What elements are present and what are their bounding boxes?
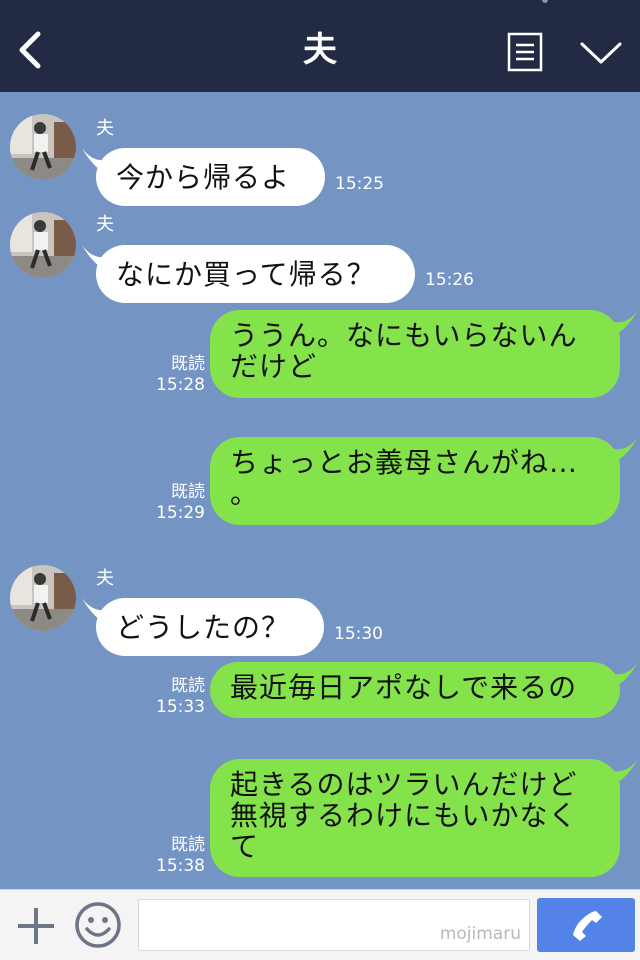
message-bubble-incoming[interactable]: なにか買って帰る？ — [96, 245, 415, 303]
sender-name: 夫 — [96, 118, 114, 139]
avatar-photo — [10, 114, 76, 180]
call-button[interactable] — [537, 898, 635, 952]
message-text-line: だけど — [230, 350, 318, 383]
expand-button[interactable] — [578, 38, 624, 68]
message-bubble-outgoing[interactable]: ちょっとお義母さんがね… 。 — [210, 437, 620, 525]
message-bubble-outgoing[interactable]: ううん。なにもいらないん だけど — [210, 310, 620, 398]
emoji-button[interactable] — [74, 901, 122, 949]
message-input[interactable]: mojimaru — [138, 899, 530, 951]
chat-title: 夫 — [303, 30, 337, 70]
message-text-line: 最近毎日アポなしで来るの — [230, 671, 578, 704]
message-time: 15:33 — [156, 697, 205, 717]
plus-icon — [18, 908, 54, 944]
back-button[interactable] — [10, 28, 50, 72]
message-text: 今から帰るよ — [116, 160, 291, 194]
chevron-down-icon — [580, 42, 622, 64]
sender-name: 夫 — [96, 568, 114, 589]
avatar[interactable] — [10, 565, 76, 631]
smiley-icon — [75, 902, 121, 948]
message-text-line: て — [230, 830, 260, 863]
message-meta: 既読 15:38 — [155, 835, 205, 877]
avatar-photo — [10, 565, 76, 631]
message-text-line: ちょっとお義母さんがね… — [230, 446, 579, 479]
phone-icon — [573, 911, 602, 941]
message-time: 15:30 — [334, 624, 383, 644]
avatar-photo — [10, 212, 76, 278]
status-indicator — [542, 0, 548, 3]
read-receipt: 既読 — [171, 482, 205, 502]
message-text-line: 無視するわけにもいかなく — [230, 799, 578, 832]
message-time: 15:38 — [156, 856, 205, 876]
read-receipt: 既読 — [171, 676, 205, 696]
chat-area[interactable]: 夫 今から帰るよ 15:25 夫 なにか買って帰る？ 15:26 既読 15:2… — [0, 92, 640, 889]
message-meta: 既読 15:28 — [155, 354, 205, 396]
message-text-line: 起きるのはツラいんだけど — [230, 768, 578, 801]
message-input-bar: mojimaru — [0, 889, 640, 960]
message-time: 15:29 — [156, 503, 205, 523]
message-bubble-outgoing[interactable]: 起きるのはツラいんだけど 無視するわけにもいかなく て — [210, 759, 620, 877]
sender-name: 夫 — [96, 214, 114, 235]
watermark-text: mojimaru — [439, 924, 521, 944]
message-bubble-incoming[interactable]: どうしたの？ — [96, 598, 324, 656]
message-text-line: ううん。なにもいらないん — [230, 319, 578, 352]
message-text: なにか買って帰る？ — [116, 257, 376, 291]
message-bubble-incoming[interactable]: 今から帰るよ — [96, 148, 325, 206]
chevron-left-icon — [19, 31, 41, 69]
message-text-line: 。 — [230, 477, 260, 510]
read-receipt: 既読 — [171, 354, 205, 374]
chat-header: 夫 — [0, 0, 640, 92]
message-time: 15:26 — [425, 270, 474, 290]
message-time: 15:25 — [335, 174, 384, 194]
message-time: 15:28 — [156, 375, 205, 395]
read-receipt: 既読 — [171, 835, 205, 855]
message-meta: 既読 15:33 — [155, 676, 205, 718]
avatar[interactable] — [10, 212, 76, 278]
add-attachment-button[interactable] — [14, 904, 58, 948]
message-meta: 既読 15:29 — [155, 482, 205, 524]
message-bubble-outgoing[interactable]: 最近毎日アポなしで来るの — [210, 662, 620, 718]
menu-button[interactable] — [507, 32, 543, 72]
message-text: どうしたの？ — [116, 610, 291, 644]
avatar[interactable] — [10, 114, 76, 180]
list-menu-icon — [507, 32, 543, 72]
